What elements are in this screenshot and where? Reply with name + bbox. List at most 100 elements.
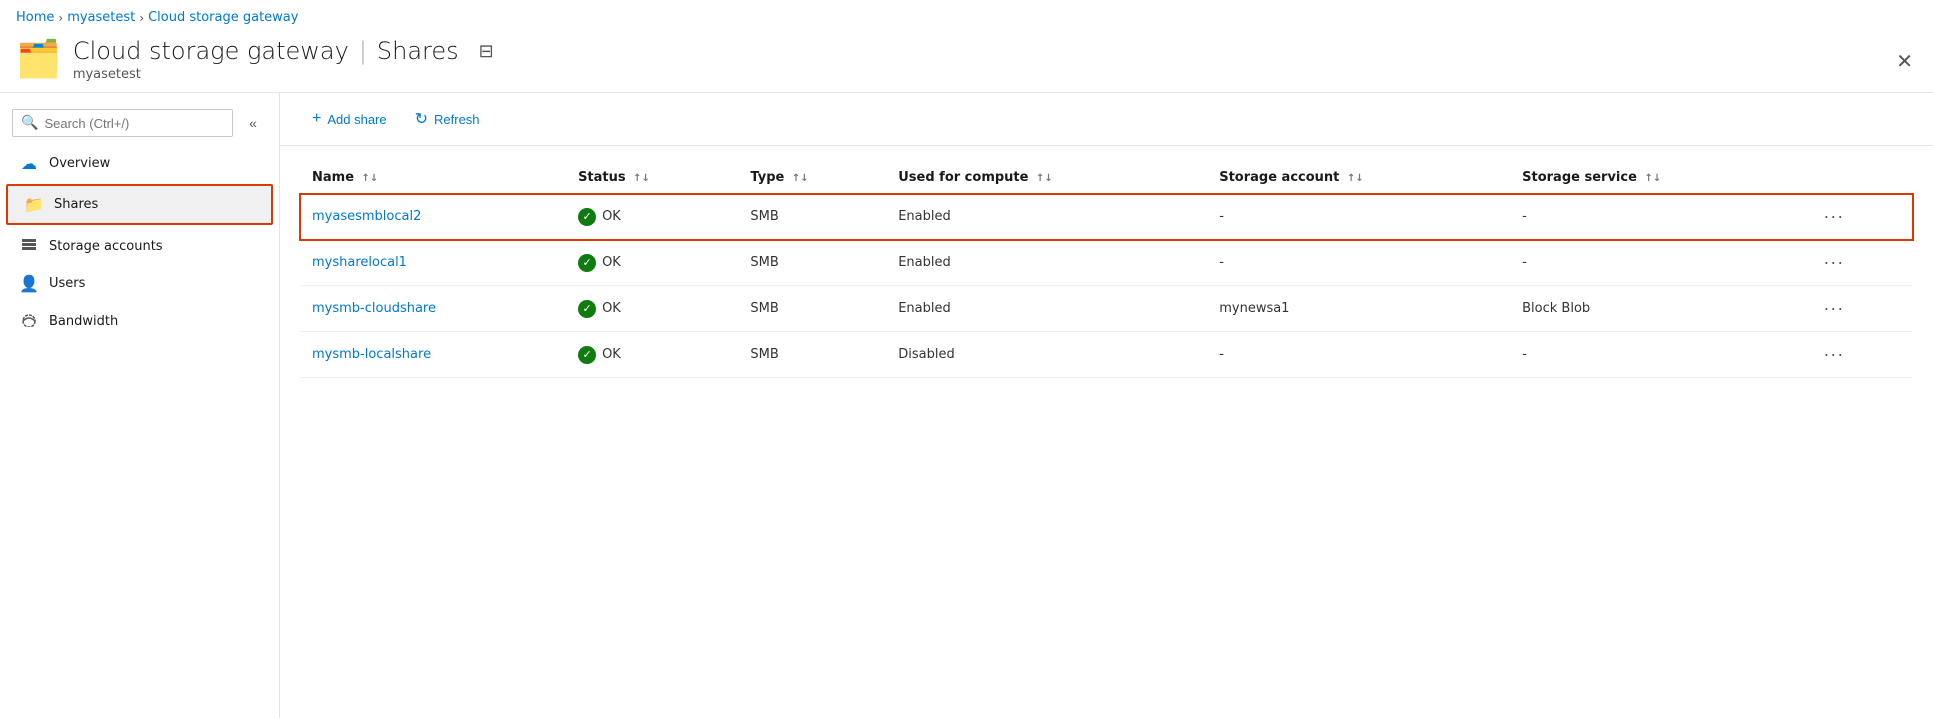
refresh-icon: ↻ — [415, 109, 428, 129]
header-title-group: Cloud storage gateway | Shares ⊟ myasete… — [73, 37, 494, 82]
col-header-storage-account[interactable]: Storage account — [1207, 162, 1510, 194]
cell-used-for-compute: Enabled — [886, 194, 1207, 240]
breadcrumb-home[interactable]: Home — [16, 10, 54, 25]
col-header-type[interactable]: Type — [738, 162, 886, 194]
table-row[interactable]: myasesmblocal2✓OKSMBEnabled--··· — [300, 194, 1913, 240]
more-actions-button[interactable]: ··· — [1815, 204, 1852, 229]
close-button[interactable]: ✕ — [1896, 52, 1913, 72]
table-body: myasesmblocal2✓OKSMBEnabled--···mysharel… — [300, 194, 1913, 378]
page-wrapper: Home › myasetest › Cloud storage gateway… — [0, 0, 1933, 718]
cell-actions: ··· — [1803, 286, 1913, 332]
sort-icon-status — [630, 170, 650, 185]
cell-storage-service: - — [1510, 332, 1803, 378]
cell-used-for-compute: Disabled — [886, 332, 1207, 378]
breadcrumb-sep2: › — [139, 11, 144, 25]
page-header: 🗂️ Cloud storage gateway | Shares ⊟ myas… — [0, 31, 1933, 93]
cell-status: ✓ OK — [566, 240, 738, 286]
sidebar-label-overview: Overview — [49, 156, 110, 171]
cell-used-for-compute: Enabled — [886, 240, 1207, 286]
header-resource-name: Cloud storage gateway — [73, 37, 349, 65]
sidebar-item-storage-accounts[interactable]: Storage accounts — [0, 227, 279, 265]
cell-storage-service: - — [1510, 194, 1803, 240]
table-row[interactable]: mysmb-localshare✓OKSMBDisabled--··· — [300, 332, 1913, 378]
search-box[interactable]: 🔍 — [12, 109, 233, 137]
cell-type: SMB — [738, 286, 886, 332]
refresh-button[interactable]: ↻ Refresh — [403, 103, 492, 135]
cell-name: mysmb-localshare — [300, 332, 566, 378]
table-row[interactable]: mysmb-cloudshare✓OKSMBEnabledmynewsa1Blo… — [300, 286, 1913, 332]
cell-actions: ··· — [1803, 332, 1913, 378]
sidebar-label-users: Users — [49, 276, 85, 291]
sort-icon-type — [789, 170, 809, 185]
cell-name: mysharelocal1 — [300, 240, 566, 286]
status-text: OK — [602, 255, 621, 270]
table-row[interactable]: mysharelocal1✓OKSMBEnabled--··· — [300, 240, 1913, 286]
toolbar: + Add share ↻ Refresh — [280, 93, 1933, 146]
cell-actions: ··· — [1803, 194, 1913, 240]
content-area: + Add share ↻ Refresh Name — [280, 93, 1933, 718]
sidebar-item-shares[interactable]: 📁 Shares — [8, 186, 271, 223]
sidebar: 🔍 « ☁ Overview 📁 Shares — [0, 93, 280, 718]
sidebar-label-storage-accounts: Storage accounts — [49, 239, 163, 254]
search-input[interactable] — [44, 116, 224, 131]
cell-status: ✓OK — [566, 286, 738, 332]
header-folder-icon: 🗂️ — [16, 42, 61, 78]
add-icon: + — [312, 110, 321, 128]
status-text: OK — [602, 347, 621, 362]
breadcrumb-current: Cloud storage gateway — [148, 10, 298, 25]
add-share-label: Add share — [327, 112, 386, 127]
status-text: OK — [602, 209, 621, 224]
shares-table: Name Status Type — [300, 162, 1913, 378]
cell-type: SMB — [738, 332, 886, 378]
cell-name: mysmb-cloudshare — [300, 286, 566, 332]
status-ok-icon: ✓ — [578, 208, 596, 226]
storage-icon — [19, 236, 39, 256]
add-share-button[interactable]: + Add share — [300, 104, 399, 134]
sidebar-item-overview[interactable]: ☁ Overview — [0, 145, 279, 182]
cell-storage-service: Block Blob — [1510, 286, 1803, 332]
status-ok-icon: ✓ — [578, 346, 596, 364]
refresh-label: Refresh — [434, 112, 480, 127]
sort-icon-compute — [1033, 170, 1053, 185]
col-header-used-for-compute[interactable]: Used for compute — [886, 162, 1207, 194]
folder-icon: 📁 — [24, 195, 44, 214]
cell-storage-account: mynewsa1 — [1207, 286, 1510, 332]
portal-icon[interactable]: ⊟ — [479, 41, 494, 62]
collapse-sidebar-button[interactable]: « — [239, 109, 267, 137]
cell-name: myasesmblocal2 — [300, 194, 566, 240]
breadcrumb: Home › myasetest › Cloud storage gateway — [0, 0, 1933, 31]
cell-type: SMB — [738, 194, 886, 240]
cell-type: SMB — [738, 240, 886, 286]
sort-icon-name — [359, 170, 379, 185]
breadcrumb-sep1: › — [58, 11, 63, 25]
sidebar-item-bandwidth[interactable]: Bandwidth — [0, 302, 279, 340]
sidebar-label-bandwidth: Bandwidth — [49, 314, 118, 329]
shares-table-container: Name Status Type — [280, 146, 1933, 718]
col-header-status[interactable]: Status — [566, 162, 738, 194]
search-icon: 🔍 — [21, 115, 38, 131]
main-layout: 🔍 « ☁ Overview 📁 Shares — [0, 93, 1933, 718]
sidebar-item-users[interactable]: 👤 Users — [0, 265, 279, 302]
cell-actions: ··· — [1803, 240, 1913, 286]
header-title: Cloud storage gateway | Shares ⊟ — [73, 37, 494, 65]
sidebar-label-shares: Shares — [54, 197, 98, 212]
status-ok-icon: ✓ — [578, 254, 596, 272]
sidebar-shares-outline: 📁 Shares — [6, 184, 273, 225]
sort-icon-storage-account — [1344, 170, 1364, 185]
cell-status: ✓ OK — [566, 194, 738, 240]
col-header-storage-service[interactable]: Storage service — [1510, 162, 1803, 194]
sort-icon-storage-service — [1641, 170, 1661, 185]
status-ok-icon: ✓ — [578, 300, 596, 318]
header-separator: | — [359, 37, 367, 65]
more-actions-button[interactable]: ··· — [1815, 342, 1852, 367]
more-actions-button[interactable]: ··· — [1815, 250, 1852, 275]
search-container: 🔍 « — [0, 101, 279, 145]
breadcrumb-myasetest[interactable]: myasetest — [67, 10, 135, 25]
cell-storage-account: - — [1207, 240, 1510, 286]
col-header-actions — [1803, 162, 1913, 194]
user-icon: 👤 — [19, 274, 39, 293]
cell-storage-service: - — [1510, 240, 1803, 286]
more-actions-button[interactable]: ··· — [1815, 296, 1852, 321]
col-header-name[interactable]: Name — [300, 162, 566, 194]
cloud-icon: ☁ — [19, 154, 39, 173]
